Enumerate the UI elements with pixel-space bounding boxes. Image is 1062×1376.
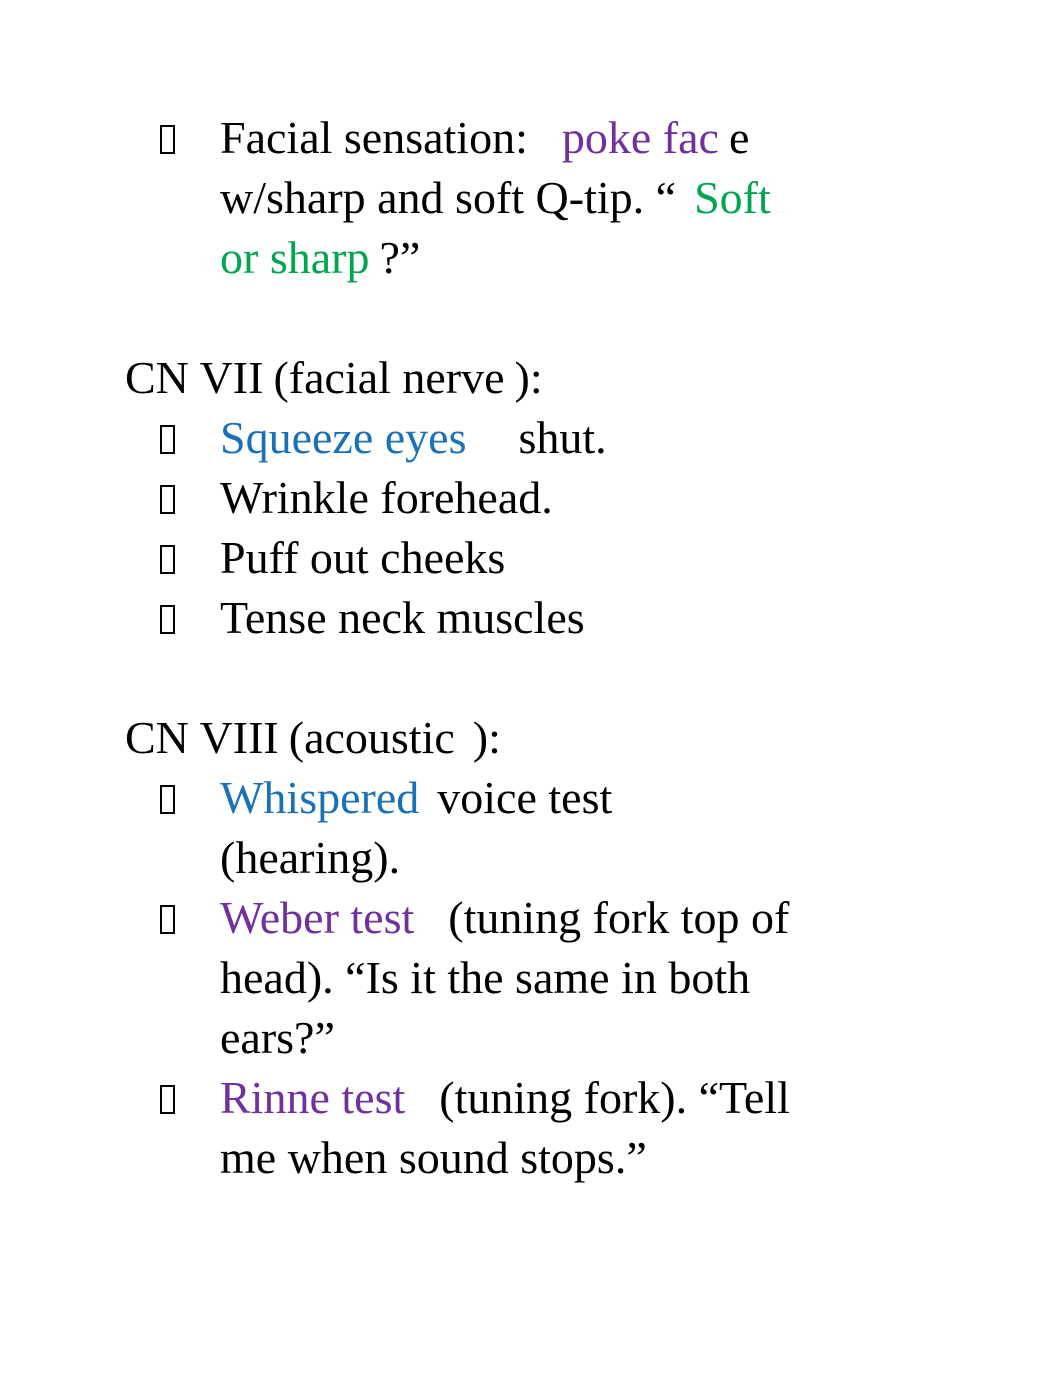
vertical-spacer [0,288,1062,348]
cn8-item2-rest-line1: (tuning fork). “Tell [439,1072,790,1123]
cn7-heading-paren-close: ): [514,352,543,403]
bullet-cn8-weber-test: Weber test (tuning fork top of head). “Is … [0,888,1062,1068]
cn8-item0-rest-line2: (hearing). [220,832,401,883]
heading-cn7: CN VII (facial nerve): [0,348,1062,408]
slide-canvas: Facial sensation: poke fac e w/sharp and so… [0,0,1062,1376]
bullet-point-icon [160,1085,220,1114]
cn8-item0-rest-line1: voice test [437,772,613,823]
cn7-item2-rest: Puff out cheeks [220,532,506,583]
cn7-item0-rest: shut. [518,412,607,463]
facial-sensation-suffix: e [728,112,750,163]
bullet-cn7-wrinkle-forehead: Wrinkle forehead. [0,468,1062,528]
facial-sensation-line3-highlight: or sharp [220,232,370,283]
cn8-item1-rest-line1: (tuning fork top of [448,892,790,943]
cn8-item1-rest-line3: ears?” [220,1012,335,1063]
facial-sensation-line2-text: w/sharp and soft Q-tip. “ [220,172,677,223]
bullet-cn7-puff-out-cheeks: Puff out cheeks [0,528,1062,588]
cn7-item0-highlight: Squeeze eyes [220,412,467,463]
bullet-cn7-tense-neck-muscles: Tense neck muscles [0,588,1062,648]
cn8-item1-highlight: Weber test [220,892,415,943]
cn7-item3-rest: Tense neck muscles [220,592,585,643]
bullet-point-icon [160,905,220,934]
facial-sensation-line3-text: ?” [379,232,421,283]
facial-sensation-line2-highlight: Soft [694,172,771,223]
bullet-facial-sensation: Facial sensation: poke fac e w/sharp and so… [0,108,1062,288]
bullet-cn8-rinne-test: Rinne test (tuning fork). “Tell me when so… [0,1068,1062,1188]
cn7-item1-rest: Wrinkle forehead. [220,472,553,523]
bullet-point-icon [160,785,220,814]
cn8-heading-prefix: CN VIII [125,712,279,763]
cn8-item1-rest-line2: head). “Is it the same in both [220,952,751,1003]
cn7-heading-paren-open: (facial nerve [273,352,505,403]
cn8-heading-paren-open: (acoustic [288,712,455,763]
bullet-point-icon [160,485,220,514]
bullet-point-icon [160,125,220,154]
slide-content: Facial sensation: poke fac e w/sharp and so… [0,108,1062,1188]
bullet-point-icon [160,605,220,634]
cn7-heading-prefix: CN VII [125,352,264,403]
heading-cn8: CN VIII (acoustic): [0,708,1062,768]
cn8-item0-highlight: Whispered [220,772,420,823]
cn8-heading-paren-close: ): [472,712,501,763]
bullet-point-icon [160,545,220,574]
facial-sensation-label: Facial sensation: [220,112,528,163]
bullet-cn7-squeeze-eyes: Squeeze eyes shut. [0,408,1062,468]
bullet-cn8-whispered-voice-test: Whispered voice test (hearing). [0,768,1062,888]
facial-sensation-highlight: poke fac [561,112,719,163]
vertical-spacer [0,648,1062,708]
cn8-item2-rest-line2: me when sound stops.” [220,1132,647,1183]
cn8-item2-highlight: Rinne test [220,1072,406,1123]
bullet-point-icon [160,425,220,454]
